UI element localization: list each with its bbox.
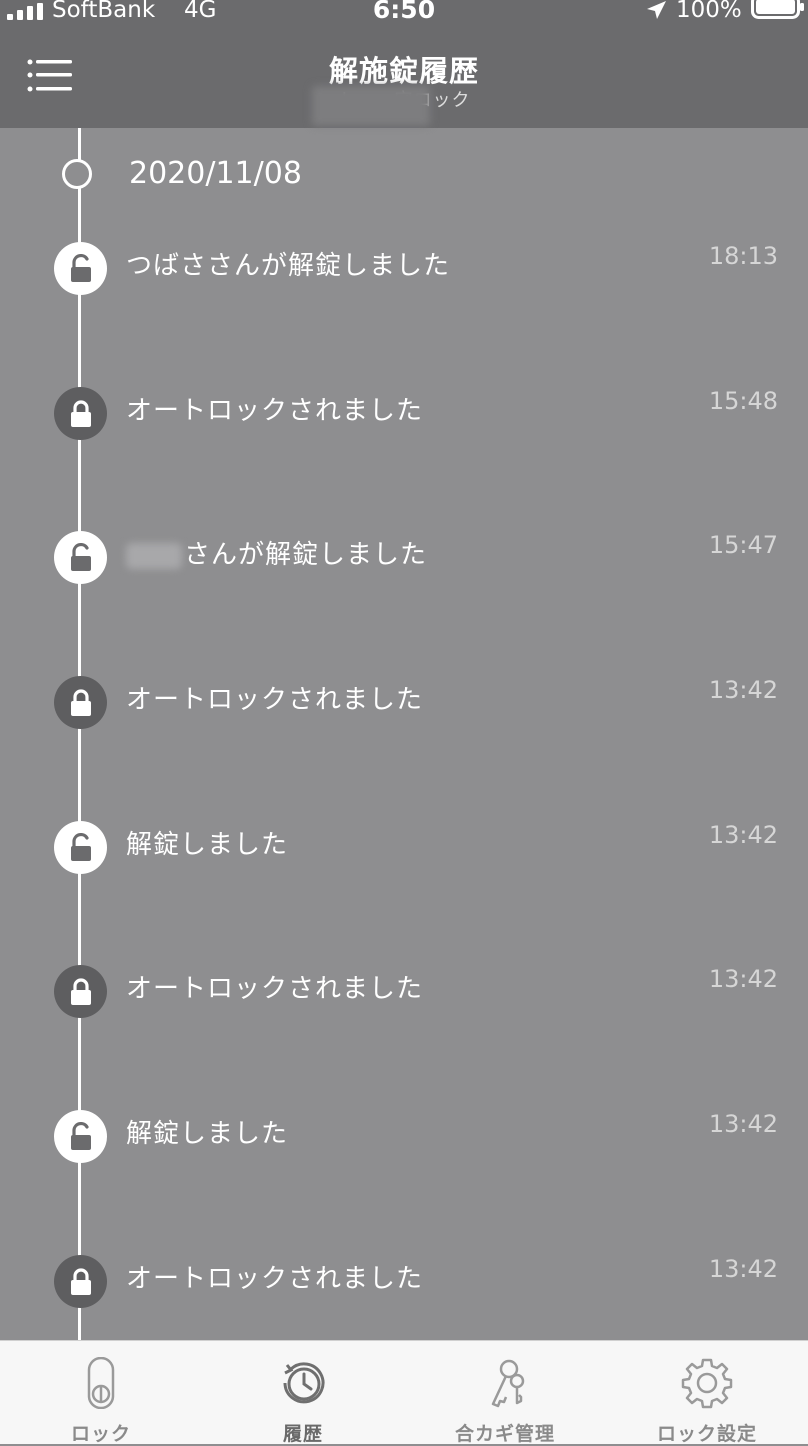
date-heading: 2020/11/08 (129, 156, 302, 191)
entry-text: オートロックされました (126, 1264, 424, 1294)
entry-text: オートロックされました (126, 396, 424, 426)
history-entry[interactable]: 解錠しました 13:42 (0, 1110, 808, 1190)
history-entry[interactable]: オートロックされました 15:48 (0, 387, 808, 467)
redacted-lock-name (312, 86, 430, 126)
locked-padlock-icon (54, 1255, 107, 1308)
entry-time: 18:13 (708, 242, 778, 270)
tab-key-management[interactable]: 合カギ管理 (404, 1341, 606, 1445)
tab-label: 合カギ管理 (454, 1423, 555, 1445)
history-entry[interactable]: さんが解錠しました 15:47 (0, 531, 808, 611)
entry-time: 13:42 (708, 965, 778, 993)
entry-text: 解錠しました (126, 1119, 289, 1149)
entry-time: 13:42 (708, 1110, 778, 1138)
entry-text: オートロックされました (126, 685, 424, 715)
entry-time: 15:47 (708, 531, 778, 559)
entry-time: 15:48 (708, 387, 778, 415)
history-timeline: 2020/11/08 つばささんが解錠しました 18:13 オートロックされまし… (0, 128, 808, 1340)
unlocked-padlock-icon (54, 531, 107, 584)
tab-label: ロック設定 (656, 1423, 757, 1445)
locked-padlock-icon (54, 676, 107, 729)
entry-text: オートロックされました (126, 974, 424, 1004)
tab-bar: ロック 履歴 合カギ管理 ロック設定 (0, 1340, 808, 1445)
tab-lock[interactable]: ロック (0, 1341, 202, 1445)
tab-label: ロック (70, 1423, 131, 1445)
entry-text: 解錠しました (126, 830, 289, 860)
unlocked-padlock-icon (54, 1110, 107, 1163)
history-entry[interactable]: オートロックされました 13:42 (0, 965, 808, 1045)
unlocked-padlock-icon (54, 242, 107, 295)
entry-text-body: さんが解錠しました (184, 540, 428, 570)
entry-time: 13:42 (708, 821, 778, 849)
locked-padlock-icon (54, 387, 107, 440)
history-entry[interactable]: オートロックされました 13:42 (0, 676, 808, 756)
locked-padlock-icon (54, 965, 107, 1018)
battery-percentage: 100% (676, 0, 742, 23)
history-clock-icon (283, 1362, 325, 1404)
entry-text: さんが解錠しました (126, 539, 427, 571)
gear-icon (681, 1358, 733, 1409)
battery-icon (751, 0, 804, 19)
entry-time: 13:42 (708, 676, 778, 704)
unlocked-padlock-icon (54, 821, 107, 874)
tab-lock-settings[interactable]: ロック設定 (606, 1341, 808, 1445)
status-bar: SoftBank 4G 6:50 100% (0, 0, 808, 24)
date-marker-icon (62, 159, 92, 189)
history-entry[interactable]: 解錠しました 13:42 (0, 821, 808, 901)
tab-label: 履歴 (282, 1423, 323, 1445)
tab-history[interactable]: 履歴 (202, 1341, 404, 1445)
page-title: 解施錠履歴 (328, 54, 479, 88)
entry-time: 13:42 (708, 1255, 778, 1283)
lock-toggle-icon (87, 1357, 115, 1409)
location-arrow-icon (647, 1, 666, 19)
history-entry[interactable]: オートロックされました 13:42 (0, 1255, 808, 1335)
redacted-user-name (126, 542, 182, 569)
entry-text: つばささんが解錠しました (126, 251, 451, 281)
app-header: 解施錠履歴 ト 宅ロック (0, 24, 808, 128)
keys-icon (491, 1359, 525, 1408)
history-entry[interactable]: つばささんが解錠しました 18:13 (0, 242, 808, 322)
